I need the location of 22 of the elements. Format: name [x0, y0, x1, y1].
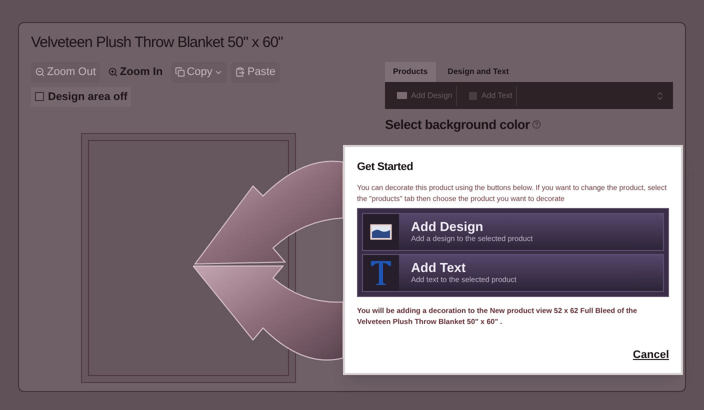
tab[interactable]: Products — [385, 62, 436, 82]
tab[interactable]: Design and Text — [440, 62, 517, 82]
zoom-out-icon — [35, 67, 45, 78]
paste-icon — [235, 67, 246, 78]
zoom-in-icon — [108, 67, 118, 78]
copy-icon — [174, 67, 185, 78]
picture-icon — [370, 224, 392, 240]
dialog-title: Get Started — [357, 160, 414, 175]
option-title: Add Text — [411, 261, 467, 275]
checkbox[interactable] — [35, 92, 44, 102]
option-title: Add Design — [411, 220, 484, 234]
expand-icon — [655, 90, 665, 100]
action-button[interactable]: Add Text — [465, 86, 518, 106]
help-icon — [532, 120, 541, 130]
design-area-toggle[interactable]: Design area off — [31, 86, 132, 107]
picture-icon — [397, 92, 407, 99]
background-color-label: Select background color — [385, 116, 530, 134]
toolbar-button[interactable]: Zoom In — [104, 62, 167, 82]
letter-t-icon — [370, 260, 392, 286]
cancel-link[interactable]: Cancel — [632, 346, 669, 363]
product-title: Velveteen Plush Throw Blanket 50" x 60" — [31, 35, 284, 50]
action-button[interactable]: Add Design — [393, 86, 458, 106]
